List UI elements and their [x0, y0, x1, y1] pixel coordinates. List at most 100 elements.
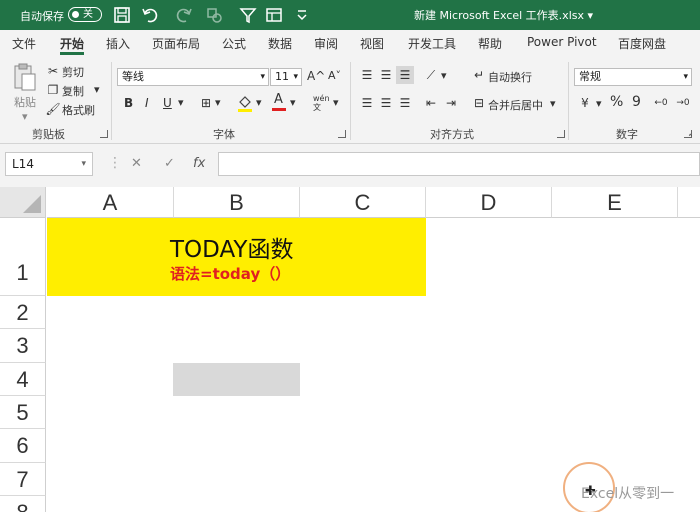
- tab-developer[interactable]: 开发工具: [408, 35, 456, 52]
- orientation-icon[interactable]: ⟋: [422, 66, 440, 84]
- ribbon: 粘贴 ▾ ✂ 剪切 ❐ 复制 ▾ 🖌 格式刷 剪贴板 等线 ▾ 11 ▾ A^ A˅…: [0, 56, 700, 144]
- column-header-d[interactable]: D: [426, 187, 552, 218]
- shapes-icon[interactable]: [204, 5, 224, 25]
- increase-decimal-icon[interactable]: ←0: [652, 94, 670, 112]
- redo-icon[interactable]: [174, 5, 194, 25]
- paste-dropdown-icon[interactable]: ▾: [22, 110, 28, 123]
- row-header-6[interactable]: 6: [0, 429, 46, 463]
- align-left-icon[interactable]: ☰: [358, 94, 376, 112]
- copy-dropdown-icon[interactable]: ▾: [94, 83, 100, 96]
- worksheet-grid[interactable]: A B C D E 1 2 3 4 5 6 7 8 TODAY函数 语法=tod…: [0, 187, 700, 512]
- save-icon[interactable]: [112, 5, 132, 25]
- clipboard-launcher-icon[interactable]: [100, 130, 108, 138]
- column-header-e[interactable]: E: [552, 187, 678, 218]
- copy-label[interactable]: 复制: [62, 83, 84, 99]
- form-icon[interactable]: [264, 5, 284, 25]
- increase-indent-icon[interactable]: ⇥: [442, 94, 460, 112]
- cancel-icon[interactable]: ✕: [131, 156, 142, 171]
- accounting-dropdown-icon[interactable]: ▾: [596, 97, 602, 110]
- paste-icon[interactable]: [12, 62, 38, 92]
- paste-label[interactable]: 粘贴: [14, 94, 36, 110]
- align-bottom-icon[interactable]: ☰: [396, 66, 414, 84]
- wrap-text-button[interactable]: 自动换行: [488, 69, 532, 85]
- cell-syntax: 语法=today（）: [170, 265, 291, 283]
- row-header-7[interactable]: 7: [0, 463, 46, 496]
- align-top-icon[interactable]: ☰: [358, 66, 376, 84]
- column-header-b[interactable]: B: [174, 187, 300, 218]
- cut-icon[interactable]: ✂: [44, 62, 62, 80]
- merge-dropdown-icon[interactable]: ▾: [550, 97, 556, 110]
- column-header-c[interactable]: C: [300, 187, 426, 218]
- tab-page-layout[interactable]: 页面布局: [152, 35, 200, 52]
- autosave-state: 关: [83, 9, 93, 20]
- select-all-button[interactable]: [0, 187, 46, 218]
- filter-icon[interactable]: [238, 5, 258, 25]
- decrease-decimal-icon[interactable]: →0: [674, 94, 692, 112]
- tab-data[interactable]: 数据: [268, 35, 292, 52]
- tab-file[interactable]: 文件: [12, 35, 36, 52]
- format-painter-label[interactable]: 格式刷: [62, 102, 95, 118]
- align-right-icon[interactable]: ☰: [396, 94, 414, 112]
- accounting-format-icon[interactable]: ¥: [576, 94, 594, 112]
- font-color-dropdown-icon[interactable]: ▾: [290, 96, 296, 109]
- more-icon[interactable]: [292, 5, 312, 25]
- row-header-2[interactable]: 2: [0, 296, 46, 329]
- italic-button[interactable]: I: [145, 96, 149, 110]
- merged-cell-a1-c1[interactable]: TODAY函数 语法=today（）: [47, 218, 426, 296]
- underline-dropdown-icon[interactable]: ▾: [178, 96, 184, 109]
- column-header-next[interactable]: [678, 187, 700, 218]
- cut-label[interactable]: 剪切: [62, 64, 84, 80]
- toggle-knob: [72, 11, 79, 18]
- row-header-8[interactable]: 8: [0, 496, 46, 512]
- percent-button[interactable]: %: [610, 94, 623, 110]
- phonetic-dropdown-icon[interactable]: ▾: [333, 96, 339, 109]
- tab-view[interactable]: 视图: [360, 35, 384, 52]
- autosave-toggle[interactable]: 关: [68, 7, 102, 22]
- tab-insert[interactable]: 插入: [106, 35, 130, 52]
- highlighted-cell-b4[interactable]: [173, 363, 300, 396]
- bold-button[interactable]: B: [124, 96, 133, 110]
- column-header-a[interactable]: A: [47, 187, 174, 218]
- alignment-launcher-icon[interactable]: [557, 130, 565, 138]
- border-dropdown-icon[interactable]: ▾: [215, 96, 221, 109]
- tab-baidu-netdisk[interactable]: 百度网盘: [618, 35, 666, 52]
- insert-function-icon[interactable]: fx: [193, 156, 205, 171]
- collapse-ribbon-icon[interactable]: ˄: [688, 134, 693, 144]
- tab-review[interactable]: 审阅: [314, 35, 338, 52]
- font-size-select[interactable]: 11 ▾: [270, 68, 302, 86]
- format-painter-icon[interactable]: 🖌: [44, 100, 62, 118]
- fill-color-icon[interactable]: [236, 94, 254, 112]
- comma-style-button[interactable]: 9: [632, 94, 641, 110]
- row-header-5[interactable]: 5: [0, 396, 46, 429]
- align-middle-icon[interactable]: ☰: [377, 66, 395, 84]
- number-format-select[interactable]: 常规 ▾: [574, 68, 692, 86]
- font-name-select[interactable]: 等线 ▾: [117, 68, 269, 86]
- tab-help[interactable]: 帮助: [478, 35, 502, 52]
- merge-center-icon[interactable]: ⊟: [470, 94, 488, 112]
- orientation-dropdown-icon[interactable]: ▾: [441, 69, 447, 82]
- merge-center-button[interactable]: 合并后居中: [488, 97, 543, 113]
- underline-button[interactable]: U: [163, 96, 172, 110]
- copy-icon[interactable]: ❐: [44, 81, 62, 99]
- tab-formulas[interactable]: 公式: [222, 35, 246, 52]
- row-header-1[interactable]: 1: [0, 218, 46, 296]
- font-color-icon[interactable]: A: [274, 92, 283, 107]
- name-box[interactable]: L14 ▾: [5, 152, 93, 176]
- border-icon[interactable]: ⊞: [197, 94, 215, 112]
- row-header-3[interactable]: 3: [0, 329, 46, 363]
- row-header-4[interactable]: 4: [0, 363, 46, 396]
- font-launcher-icon[interactable]: [338, 130, 346, 138]
- phonetic-icon[interactable]: wén 文: [313, 94, 330, 112]
- undo-icon[interactable]: [140, 5, 160, 25]
- fill-color-dropdown-icon[interactable]: ▾: [256, 96, 262, 109]
- window-title: 新建 Microsoft Excel 工作表.xlsx ▾: [414, 9, 594, 22]
- tab-home[interactable]: 开始: [60, 35, 84, 52]
- grow-font-button[interactable]: A^: [307, 69, 325, 83]
- enter-icon[interactable]: ✓: [164, 156, 175, 171]
- decrease-indent-icon[interactable]: ⇤: [422, 94, 440, 112]
- tab-power-pivot[interactable]: Power Pivot: [527, 35, 597, 49]
- align-center-icon[interactable]: ☰: [377, 94, 395, 112]
- shrink-font-button[interactable]: A˅: [328, 69, 341, 82]
- formula-input[interactable]: [218, 152, 700, 176]
- wrap-text-icon[interactable]: ↵: [470, 66, 488, 84]
